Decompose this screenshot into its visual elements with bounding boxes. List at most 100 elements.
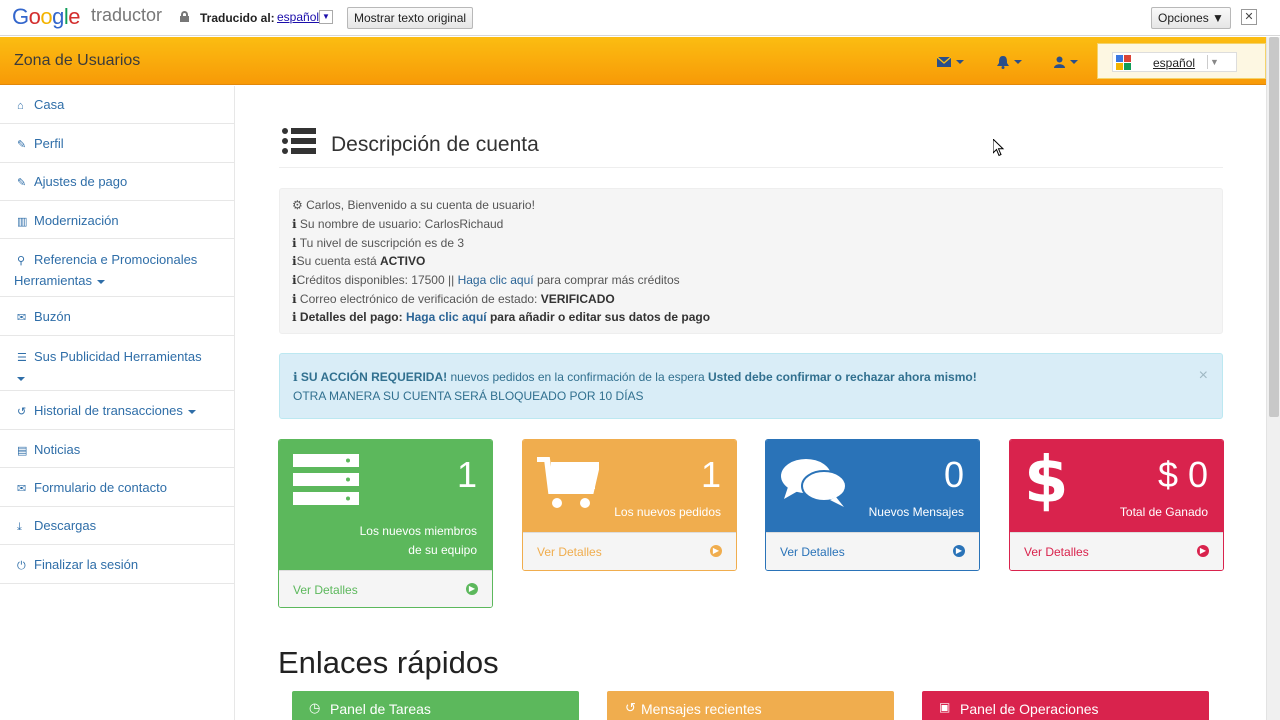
- lock-icon: [180, 11, 189, 22]
- panel-details-link[interactable]: Ver Detalles ▶: [766, 532, 979, 570]
- wrench-icon: ✎: [17, 177, 27, 189]
- sidebar-item-publicidad[interactable]: ☰ Sus Publicidad Herramientas: [0, 336, 234, 391]
- panel-details-link[interactable]: Ver Detalles ▶: [523, 532, 736, 570]
- sidebar-item-casa[interactable]: ⌂ Casa: [0, 86, 234, 124]
- language-select[interactable]: español ▼: [1112, 52, 1237, 72]
- sidebar: ⌂ Casa ✎ Perfil ✎ Ajustes de pago ▥ Moderniz…: [0, 86, 235, 720]
- quick-links-title: Enlaces rápidos: [278, 645, 499, 680]
- comments-icon: [781, 459, 847, 507]
- shopping-cart-icon: [537, 457, 599, 508]
- operations-panel-button[interactable]: ▣ Panel de Operaciones: [922, 691, 1209, 720]
- envelope-icon: ✉: [17, 483, 27, 495]
- info-icon: ℹ: [293, 370, 298, 384]
- options-button[interactable]: Opciones ▼: [1151, 7, 1231, 29]
- panel-label: Los nuevos miembros de su equipo: [359, 524, 477, 557]
- language-selector-wrap: español ▼: [1097, 43, 1266, 79]
- envelope-icon: ✉: [17, 312, 27, 324]
- messages-dropdown[interactable]: [937, 55, 964, 69]
- welcome-line: ⚙ Carlos, Bienvenido a su cuenta de usua…: [292, 198, 535, 212]
- account-summary: ⚙ Carlos, Bienvenido a su cuenta de usua…: [279, 188, 1223, 334]
- sidebar-item-modernizacion[interactable]: ▥ Modernización: [0, 201, 234, 239]
- history-icon: ↺: [17, 406, 27, 418]
- user-dropdown[interactable]: [1054, 55, 1078, 69]
- tasks-panel-button[interactable]: ◷ Panel de Tareas: [292, 691, 579, 720]
- recent-messages-button[interactable]: ↺ Mensajes recientes: [607, 691, 894, 720]
- payment-details-line: ℹ Detalles del pago: Haga clic aquí para…: [292, 310, 711, 324]
- sidebar-item-perfil[interactable]: ✎ Perfil: [0, 124, 234, 163]
- panel-number: 1: [700, 454, 721, 495]
- panel-label: Nuevos Mensajes: [868, 505, 964, 519]
- page-title: Descripción de cuenta: [331, 133, 539, 156]
- arrow-circle-right-icon: ▶: [466, 583, 478, 595]
- panel-number: $ 0: [1157, 454, 1208, 495]
- close-icon[interactable]: ×: [1199, 367, 1208, 385]
- sidebar-item-noticias[interactable]: ▤ Noticias: [0, 430, 234, 468]
- chevron-down-icon: ▼: [1207, 55, 1221, 69]
- alerts-dropdown[interactable]: [997, 55, 1022, 69]
- info-icon: ℹ: [292, 310, 297, 324]
- chevron-down-icon: [17, 376, 25, 381]
- total-earned-panel: $ $ 0 Total de Ganado Ver Detalles ▶: [1009, 439, 1224, 571]
- sidebar-item-logout[interactable]: ⏻ Finalizar la sesión: [0, 545, 234, 584]
- chevron-down-icon[interactable]: ▼: [319, 10, 333, 24]
- user-icon: [1054, 56, 1065, 68]
- chevron-down-icon: [97, 279, 106, 284]
- wrench-icon: ✎: [17, 139, 27, 151]
- panel-details-link[interactable]: Ver Detalles ▶: [1010, 532, 1223, 570]
- page-header: Descripción de cuenta: [279, 126, 1223, 168]
- arrow-circle-right-icon: ▶: [1197, 545, 1209, 557]
- info-icon: ℹ: [292, 236, 297, 250]
- edit-payment-link[interactable]: Haga clic aquí: [406, 310, 487, 324]
- account-status-line: ℹSu cuenta está ACTIVO: [292, 254, 426, 268]
- email-status-value: VERIFICADO: [540, 292, 615, 306]
- new-orders-panel: 1 Los nuevos pedidos Ver Detalles ▶: [522, 439, 737, 571]
- team-members-panel: 1 Los nuevos miembros de su equipo Ver De…: [278, 439, 493, 608]
- close-icon[interactable]: ✕: [1241, 9, 1257, 25]
- sidebar-item-historial[interactable]: ↺ Historial de transacciones: [0, 391, 234, 430]
- panel-number: 0: [943, 454, 964, 495]
- home-icon: ⌂: [17, 100, 24, 112]
- google-translate-icon: [1116, 55, 1131, 70]
- panel-details-link[interactable]: Ver Detalles ▶: [279, 570, 492, 607]
- panel-label: Total de Ganado: [1119, 505, 1208, 519]
- scrollbar-thumb[interactable]: [1269, 37, 1279, 417]
- google-logo: Google: [12, 4, 81, 29]
- brand-title[interactable]: Zona de Usuarios: [14, 52, 140, 70]
- dollar-icon: $: [1024, 444, 1069, 518]
- sidebar-item-buzon[interactable]: ✉ Buzón: [0, 297, 234, 336]
- arrow-circle-right-icon: ▶: [953, 545, 965, 557]
- list-icon: ☰: [17, 352, 27, 364]
- sidebar-item-contacto[interactable]: ✉ Formulario de contacto: [0, 468, 234, 507]
- newspaper-icon: ▤: [17, 445, 28, 457]
- new-messages-panel: 0 Nuevos Mensajes Ver Detalles ▶: [765, 439, 980, 571]
- page-scrollbar[interactable]: [1266, 37, 1280, 720]
- panel-label: Los nuevos pedidos: [614, 505, 721, 519]
- language-select-value: español: [1153, 56, 1196, 70]
- username-line: ℹ Su nombre de usuario: CarlosRichaud: [292, 217, 504, 231]
- envelope-icon: [937, 57, 951, 67]
- panel-number: 1: [456, 454, 477, 495]
- account-status-value: ACTIVO: [379, 254, 426, 268]
- google-translate-bar: Google traductor Traducido al: español ▼…: [0, 0, 1280, 36]
- sidebar-item-descargas[interactable]: ⤓ Descargas: [0, 507, 234, 545]
- info-icon: ℹ: [292, 217, 297, 231]
- bell-icon: [997, 55, 1009, 69]
- dashboard-icon: ⚙: [292, 198, 303, 212]
- buy-credits-link[interactable]: Haga clic aquí: [458, 273, 534, 287]
- translate-language-link[interactable]: español: [277, 10, 319, 24]
- arrow-circle-right-icon: ▶: [710, 545, 722, 557]
- translate-product-name: traductor: [91, 5, 163, 25]
- credits-line: ℹCréditos disponibles: 17500 || Haga cli…: [292, 273, 680, 287]
- subscription-line: ℹ Tu nivel de suscripción es de 3: [292, 236, 464, 250]
- chevron-down-icon: [187, 409, 196, 414]
- mouse-cursor-icon: [993, 139, 1005, 157]
- server-icon: [293, 454, 359, 505]
- list-icon: [282, 128, 316, 155]
- download-icon: ⤓: [17, 521, 22, 533]
- sidebar-item-referencia[interactable]: ⚲ Referencia e Promocionales Herramientas: [0, 239, 234, 297]
- show-original-button[interactable]: Mostrar texto original: [347, 7, 474, 29]
- translated-to-label: Traducido al:: [200, 11, 275, 25]
- sidebar-item-ajustes-pago[interactable]: ✎ Ajustes de pago: [0, 163, 234, 201]
- power-icon: ⏻: [17, 560, 26, 572]
- sitemap-icon: ⚲: [17, 255, 26, 267]
